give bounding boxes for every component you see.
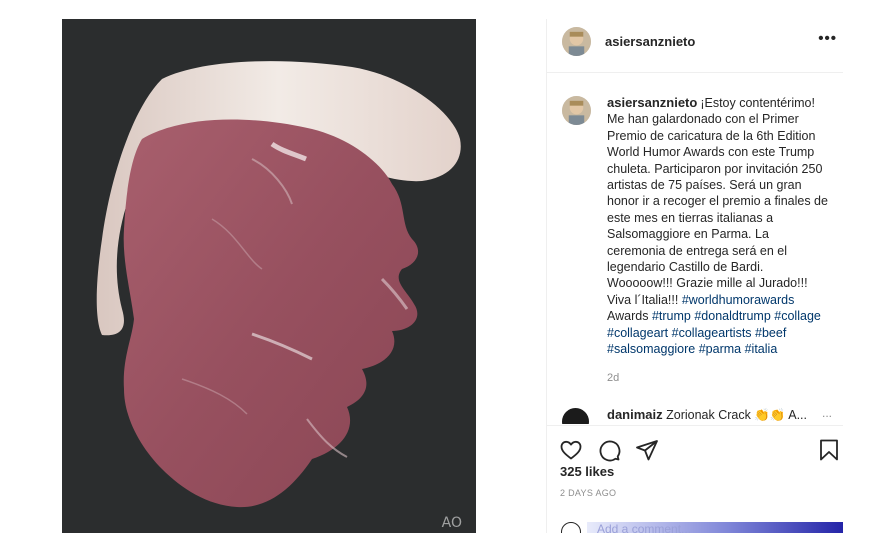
profile-photo-icon xyxy=(562,27,591,56)
hashtag-link[interactable]: #italia xyxy=(745,342,778,356)
add-comment-row: Add a comment... xyxy=(547,519,843,533)
hashtag-link[interactable]: #collageartists xyxy=(672,326,752,340)
comment-input[interactable]: Add a comment... xyxy=(597,522,691,533)
share-icon[interactable] xyxy=(635,438,659,462)
caption-username[interactable]: asiersanznieto xyxy=(607,95,697,110)
comment-username[interactable]: danimaiz xyxy=(607,407,663,422)
action-bar xyxy=(547,425,843,468)
post-timestamp[interactable]: 2 DAYS AGO xyxy=(560,488,616,498)
comment-options-button[interactable]: ... xyxy=(822,406,832,420)
photo-watermark: AO xyxy=(441,515,462,531)
heart-icon[interactable] xyxy=(559,438,583,462)
post-header: asiersanznieto ••• xyxy=(547,19,843,73)
comments-section[interactable]: asiersanznieto ¡Estoy contentérimo! Me ha… xyxy=(547,73,843,425)
hashtag-link[interactable]: #trump xyxy=(652,309,691,323)
bookmark-icon[interactable] xyxy=(817,438,841,462)
avatar[interactable] xyxy=(562,96,591,125)
post-photo[interactable]: AO xyxy=(62,19,476,533)
caption-age[interactable]: 2d xyxy=(607,372,619,384)
caption-text: Awards xyxy=(607,309,649,324)
hashtag-link[interactable]: #beef xyxy=(755,326,786,340)
header-username[interactable]: asiersanznieto xyxy=(605,34,695,49)
avatar[interactable] xyxy=(562,27,591,56)
hashtag-link[interactable]: #collage xyxy=(774,309,821,323)
comment-icon[interactable] xyxy=(597,438,621,462)
avatar[interactable] xyxy=(562,408,589,424)
post-details-panel: asiersanznieto ••• asiersanznieto ¡Estoy … xyxy=(546,19,843,533)
emoji-icon[interactable] xyxy=(561,522,581,533)
caption-text: ¡Estoy contentérimo! Me han galardonado … xyxy=(607,96,828,307)
hashtag-link[interactable]: #donaldtrump xyxy=(694,309,770,323)
comment-item: danimaiz Zorionak Crack 👏👏 A... ... xyxy=(562,406,832,424)
likes-count[interactable]: 325 likes xyxy=(560,464,614,479)
hashtag-link[interactable]: #salsomaggiore xyxy=(607,342,695,356)
post-caption: asiersanznieto ¡Estoy contentérimo! Me ha… xyxy=(607,95,829,358)
hashtag-link[interactable]: #parma xyxy=(699,342,741,356)
hashtag-link[interactable]: #worldhumorawards xyxy=(682,293,795,307)
comment-body: Zorionak Crack 👏👏 A... xyxy=(666,408,807,422)
comment-text: danimaiz Zorionak Crack 👏👏 A... xyxy=(607,407,807,423)
steak-image xyxy=(96,61,461,508)
hashtag-link[interactable]: #collageart xyxy=(607,326,668,340)
profile-photo-icon xyxy=(562,96,591,125)
more-options-button[interactable]: ••• xyxy=(818,30,837,47)
